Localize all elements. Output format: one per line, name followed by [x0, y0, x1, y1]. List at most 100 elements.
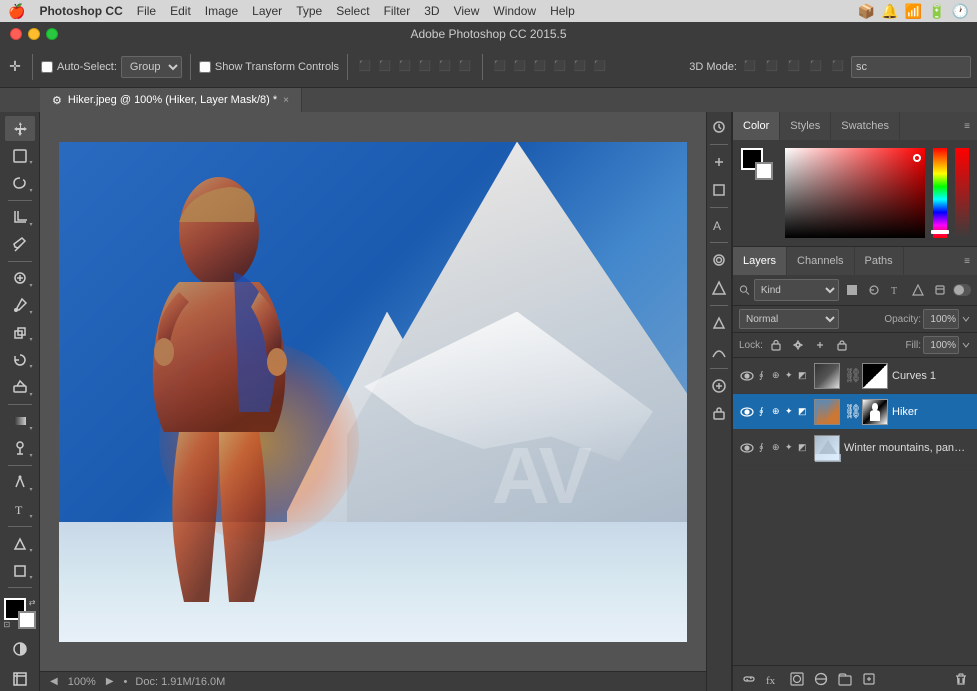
tab-styles[interactable]: Styles [780, 112, 831, 140]
opacity-chevron-icon[interactable] [961, 314, 971, 324]
3d-mode-input[interactable] [851, 56, 971, 78]
new-adjustment-layer-button[interactable] [811, 669, 831, 689]
layer-visibility-winter[interactable] [739, 440, 755, 456]
status-nav-left[interactable]: ◀ [48, 676, 60, 687]
lock-all-button[interactable] [833, 336, 851, 354]
layers-filter-smart-icon[interactable] [931, 280, 949, 300]
menu-edit[interactable]: Edit [170, 4, 191, 18]
layer-visibility-hiker[interactable] [739, 404, 755, 420]
3d-icon-4[interactable]: ⬛ [807, 58, 825, 76]
layers-filter-shape-icon[interactable] [909, 280, 927, 300]
color-panel-menu-button[interactable]: ≡ [957, 112, 977, 140]
layer-row-curves1[interactable]: ∮ ⊕ ✦ ◩ ⛓ Curves 1 [733, 358, 977, 394]
lasso-tool[interactable]: ▾ [5, 170, 35, 195]
lock-pixels-button[interactable] [767, 336, 785, 354]
gradient-tool[interactable]: ▾ [5, 408, 35, 433]
vert-bar-icon-2[interactable] [708, 151, 730, 173]
3d-icon-3[interactable]: ⬛ [785, 58, 803, 76]
vert-bar-icon-9[interactable] [708, 375, 730, 397]
dist-horiz-icon[interactable]: ⬛ [571, 58, 589, 76]
healing-tool[interactable]: ▾ [5, 266, 35, 291]
move-tool[interactable] [5, 116, 35, 141]
vert-bar-icon-5[interactable] [708, 249, 730, 271]
vert-bar-icon-7[interactable] [708, 312, 730, 334]
layer-style-button[interactable]: fx [763, 669, 783, 689]
dist-vert-icon[interactable]: ⬛ [511, 58, 529, 76]
vert-bar-icon-8[interactable] [708, 340, 730, 362]
show-transform-checkbox[interactable] [199, 61, 211, 73]
maximize-button[interactable] [46, 28, 58, 40]
type-tool[interactable]: T ▾ [5, 497, 35, 522]
layers-filter-pixel-icon[interactable] [843, 280, 861, 300]
canvas-container[interactable]: AV [40, 112, 706, 671]
layer-row-winter[interactable]: ∮ ⊕ ✦ ◩ Winter mountains, panora... [733, 430, 977, 466]
3d-icon-2[interactable]: ⬛ [763, 58, 781, 76]
apple-menu[interactable]: 🍎 [8, 3, 25, 20]
align-vert-center-icon[interactable]: ⬛ [376, 58, 394, 76]
layers-filter-adj-icon[interactable] [865, 280, 883, 300]
minimize-button[interactable] [28, 28, 40, 40]
tab-paths[interactable]: Paths [855, 247, 904, 275]
add-mask-button[interactable] [787, 669, 807, 689]
auto-select-dropdown[interactable]: Group Layer [121, 56, 182, 78]
reset-colors-icon[interactable]: ⊡ [4, 620, 11, 629]
lock-move-button[interactable] [789, 336, 807, 354]
vert-bar-icon-4[interactable]: A [708, 214, 730, 236]
close-button[interactable] [10, 28, 22, 40]
layer-visibility-curves1[interactable] [739, 368, 755, 384]
gradient-box[interactable] [785, 148, 925, 238]
tab-swatches[interactable]: Swatches [831, 112, 900, 140]
dodge-tool[interactable]: ▾ [5, 436, 35, 461]
menu-file[interactable]: File [137, 4, 156, 18]
quick-mask-tool[interactable] [5, 637, 35, 662]
new-group-button[interactable] [835, 669, 855, 689]
align-top-icon[interactable]: ⬛ [356, 58, 374, 76]
dist-left-icon[interactable]: ⬛ [551, 58, 569, 76]
brush-tool[interactable]: ▾ [5, 293, 35, 318]
shape-tool[interactable]: ▾ [5, 558, 35, 583]
status-nav-right[interactable]: ▶ [104, 676, 116, 687]
color-gradient-picker[interactable] [785, 148, 925, 238]
pen-tool[interactable]: ▾ [5, 470, 35, 495]
layers-filter-toggle[interactable] [953, 280, 971, 300]
tab-close-button[interactable]: × [283, 95, 289, 106]
align-right-icon[interactable]: ⬛ [456, 58, 474, 76]
hue-bar[interactable] [933, 148, 947, 238]
vert-bar-icon-6[interactable] [708, 277, 730, 299]
fill-input[interactable] [923, 336, 959, 354]
tab-layers[interactable]: Layers [733, 247, 787, 275]
delete-layer-button[interactable] [951, 669, 971, 689]
auto-select-checkbox[interactable] [41, 61, 53, 73]
vert-bar-icon-10[interactable] [708, 403, 730, 425]
menu-layer[interactable]: Layer [252, 4, 282, 18]
menu-view[interactable]: View [454, 4, 480, 18]
layers-kind-select[interactable]: Kind Name Effect Mode Attribute Color Sm… [754, 279, 839, 301]
dist-top-icon[interactable]: ⬛ [491, 58, 509, 76]
vert-bar-icon-1[interactable] [708, 116, 730, 138]
menu-image[interactable]: Image [205, 4, 238, 18]
eraser-tool[interactable]: ▾ [5, 374, 35, 399]
background-color[interactable] [18, 611, 36, 629]
document-tab[interactable]: ⚙ Hiker.jpeg @ 100% (Hiker, Layer Mask/8… [40, 88, 302, 112]
align-left-icon[interactable]: ⬛ [416, 58, 434, 76]
eyedropper-tool[interactable] [5, 232, 35, 257]
tab-color[interactable]: Color [733, 112, 780, 140]
menu-type[interactable]: Type [296, 4, 322, 18]
lock-artboard-button[interactable] [811, 336, 829, 354]
fill-chevron-icon[interactable] [961, 340, 971, 350]
path-select-tool[interactable]: ▾ [5, 531, 35, 556]
align-bottom-icon[interactable]: ⬛ [396, 58, 414, 76]
menu-window[interactable]: Window [493, 4, 536, 18]
menu-filter[interactable]: Filter [384, 4, 411, 18]
layers-filter-type-icon[interactable]: T [887, 280, 905, 300]
dist-bottom-icon[interactable]: ⬛ [531, 58, 549, 76]
selection-tool[interactable]: ▾ [5, 143, 35, 168]
align-horiz-center-icon[interactable]: ⬛ [436, 58, 454, 76]
link-layers-button[interactable] [739, 669, 759, 689]
vert-bar-icon-3[interactable] [708, 179, 730, 201]
crop-tool[interactable]: ▾ [5, 204, 35, 229]
3d-icon-1[interactable]: ⬛ [741, 58, 759, 76]
background-swatch[interactable] [755, 162, 773, 180]
layer-row-hiker[interactable]: ∮ ⊕ ✦ ◩ ⛓ Hiker [733, 394, 977, 430]
history-tool[interactable]: ▾ [5, 347, 35, 372]
